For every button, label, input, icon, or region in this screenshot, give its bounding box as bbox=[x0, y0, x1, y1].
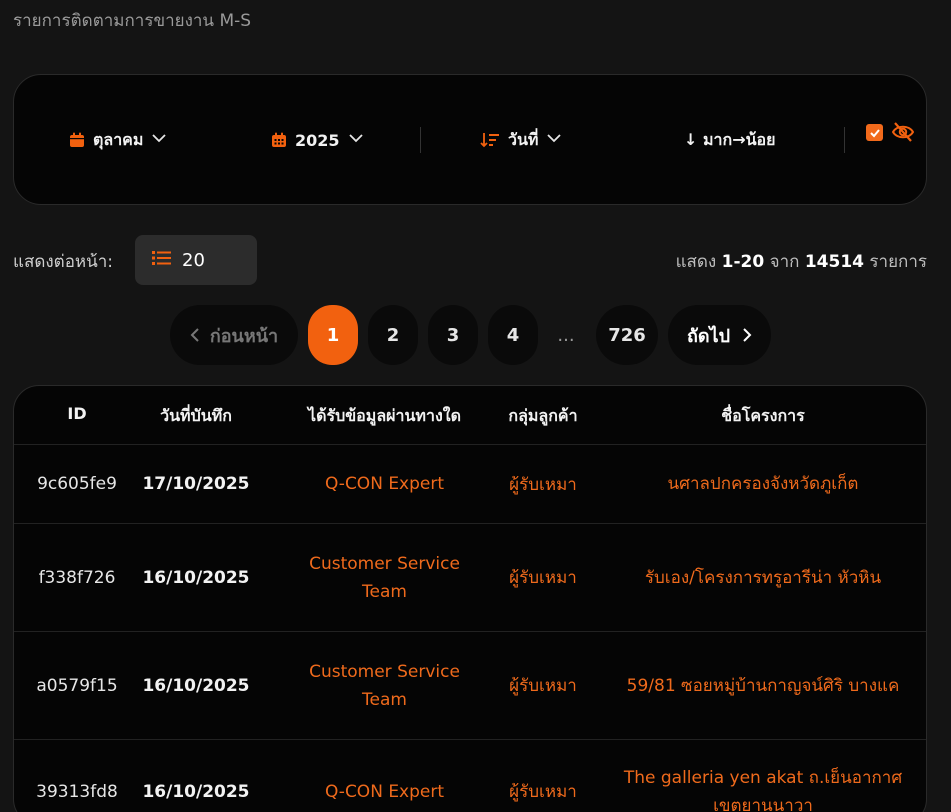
cell-date: 16/10/2025 bbox=[142, 675, 250, 696]
table-row[interactable]: 39313fd8 16/10/2025 Q-CON Expert ผู้รับเ… bbox=[14, 740, 926, 812]
cell-project: รับเอง/โครงการทรูอารีน่า หัวหิน bbox=[644, 567, 882, 588]
data-table: ID วันที่บันทึก ได้รับข้อมูลผ่านทางใด กล… bbox=[13, 385, 927, 812]
eye-slash-icon[interactable] bbox=[891, 122, 915, 146]
show-checkbox[interactable] bbox=[866, 124, 883, 141]
prev-page-button[interactable]: ก่อนหน้า bbox=[170, 305, 298, 365]
header-id[interactable]: ID bbox=[14, 404, 140, 423]
per-page-select[interactable]: 20 bbox=[135, 235, 257, 285]
table-row[interactable]: f338f726 16/10/2025 Customer Service Tea… bbox=[14, 524, 926, 632]
summary-total: 14514 bbox=[804, 252, 864, 272]
cell-id: 39313fd8 bbox=[36, 781, 118, 802]
header-source[interactable]: ได้รับข้อมูลผ่านทางใด bbox=[252, 404, 517, 429]
results-summary: แสดง 1-20 จาก 14514 รายการ bbox=[676, 248, 927, 275]
year-dropdown[interactable]: 2025 bbox=[271, 127, 364, 153]
calendar-grid-icon bbox=[271, 132, 287, 148]
page-button-3[interactable]: 3 bbox=[428, 305, 478, 365]
sort-field-dropdown[interactable]: วันที่ bbox=[480, 127, 562, 153]
header-date[interactable]: วันที่บันทึก bbox=[140, 404, 252, 429]
cell-source: Q-CON Expert bbox=[324, 781, 445, 802]
filter-bar: ตุลาคม 2025 วันที่ ↓ มาก→น้อย bbox=[13, 74, 927, 205]
per-page-value: 20 bbox=[182, 249, 205, 271]
summary-suffix: รายการ bbox=[869, 252, 927, 272]
cell-date: 16/10/2025 bbox=[142, 567, 250, 588]
chevron-down-icon bbox=[546, 130, 562, 150]
sort-field-label: วันที่ bbox=[508, 129, 539, 149]
header-project[interactable]: ชื่อโครงการ bbox=[598, 404, 926, 429]
pagination-ellipsis: ... bbox=[557, 324, 575, 346]
cell-source: Q-CON Expert bbox=[324, 474, 445, 494]
per-page-label: แสดงต่อหน้า: bbox=[13, 252, 114, 272]
page-button-last[interactable]: 726 bbox=[596, 305, 658, 365]
sort-order-label: ↓ มาก→น้อย bbox=[684, 129, 776, 149]
chevron-right-icon bbox=[743, 328, 752, 342]
month-label: ตุลาคม bbox=[93, 129, 144, 149]
month-dropdown[interactable]: ตุลาคม bbox=[69, 127, 167, 153]
page-button-1[interactable]: 1 bbox=[308, 305, 358, 365]
summary-prefix: แสดง bbox=[675, 252, 717, 272]
page: รายการติดตามการขายงาน M-S ตุลาคม 2025 วั… bbox=[0, 0, 951, 812]
next-page-button[interactable]: ถัดไป bbox=[668, 305, 771, 365]
cell-source: Customer Service Team bbox=[309, 661, 460, 710]
cell-date: 17/10/2025 bbox=[142, 474, 250, 494]
chevron-down-icon bbox=[151, 130, 167, 150]
page-button-2[interactable]: 2 bbox=[368, 305, 418, 365]
sort-order-toggle[interactable]: ↓ มาก→น้อย bbox=[684, 127, 776, 153]
cell-group: ผู้รับเหมา bbox=[509, 782, 577, 802]
cell-date: 16/10/2025 bbox=[142, 781, 250, 802]
cell-id: 9c605fe9 bbox=[37, 474, 117, 494]
summary-range: 1-20 bbox=[721, 252, 765, 272]
cell-group: ผู้รับเหมา bbox=[509, 676, 577, 696]
chevron-down-icon bbox=[348, 130, 364, 150]
year-label: 2025 bbox=[295, 130, 340, 150]
table-row[interactable]: 9c605fe9 17/10/2025 Q-CON Expert ผู้รับเ… bbox=[14, 445, 926, 524]
check-icon bbox=[869, 128, 880, 137]
divider bbox=[844, 127, 845, 153]
list-icon bbox=[152, 250, 172, 271]
cell-id: f338f726 bbox=[38, 567, 116, 588]
cell-group: ผู้รับเหมา bbox=[509, 568, 577, 588]
chevron-left-icon bbox=[190, 328, 199, 342]
cell-project: นศาลปกครองจังหวัดภูเก็ต bbox=[667, 474, 859, 494]
header-group[interactable]: กลุ่มลูกค้า bbox=[488, 404, 598, 429]
cell-id: a0579f15 bbox=[36, 675, 118, 696]
summary-from: จาก bbox=[769, 252, 800, 272]
sort-icon bbox=[480, 132, 500, 148]
prev-label: ก่อนหน้า bbox=[209, 325, 279, 347]
cell-project: 59/81 ซอยหมู่บ้านกาญจน์ศิริ บางแค bbox=[626, 675, 900, 696]
cell-source: Customer Service Team bbox=[309, 553, 460, 602]
next-label: ถัดไป bbox=[686, 325, 731, 347]
cell-project: The galleria yen akat ถ.เย็นอากาศ เขตยาน… bbox=[623, 767, 903, 812]
page-button-4[interactable]: 4 bbox=[488, 305, 538, 365]
divider bbox=[420, 127, 421, 153]
cell-group: ผู้รับเหมา bbox=[509, 474, 577, 495]
calendar-icon bbox=[69, 132, 85, 148]
page-title: รายการติดตามการขายงาน M-S bbox=[13, 11, 252, 31]
table-header: ID วันที่บันทึก ได้รับข้อมูลผ่านทางใด กล… bbox=[14, 386, 926, 445]
table-row[interactable]: a0579f15 16/10/2025 Customer Service Tea… bbox=[14, 632, 926, 740]
